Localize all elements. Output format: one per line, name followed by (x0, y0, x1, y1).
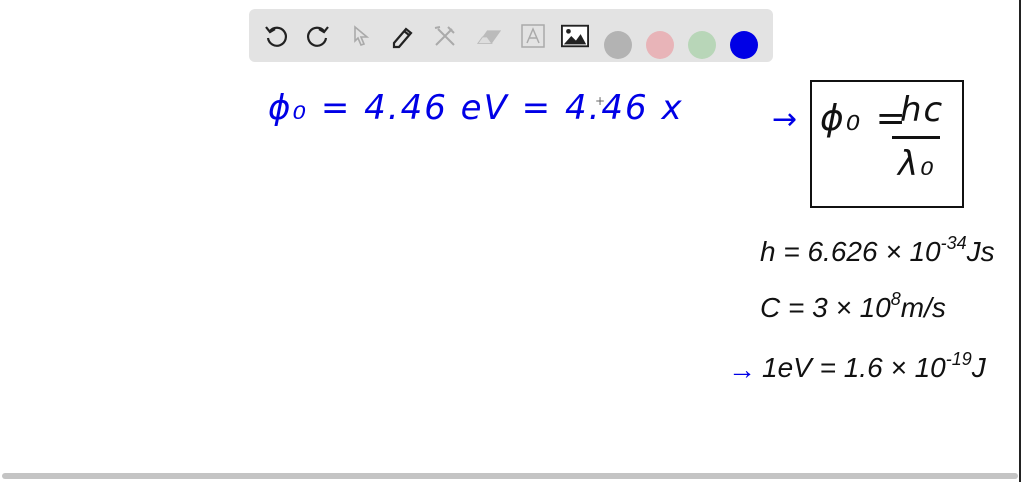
h-unit: Js (966, 236, 995, 267)
planck-constant: h = 6.626 × 10-34Js (760, 233, 995, 268)
pen-icon[interactable] (389, 22, 417, 50)
formula-denominator: λ₀ (898, 144, 936, 184)
cursor-crosshair: + (595, 94, 608, 108)
arrow-to-formula: → (772, 102, 800, 137)
ev-exponent: -19 (945, 349, 972, 369)
color-gray-swatch[interactable] (604, 31, 632, 59)
h-exponent: -34 (940, 233, 967, 253)
tools-icon[interactable] (431, 22, 459, 50)
redo-icon[interactable] (304, 22, 332, 50)
image-icon[interactable] (561, 22, 589, 50)
c-unit: m/s (900, 292, 946, 323)
color-pink-swatch[interactable] (646, 31, 674, 59)
text-icon[interactable] (519, 22, 547, 50)
work-function-equation: ϕ₀ = 4.46 eV = 4.46 x (268, 88, 684, 128)
color-blue-swatch[interactable] (730, 31, 758, 59)
arrow-to-ev: → (728, 354, 756, 385)
horizontal-scrollbar[interactable] (2, 473, 1018, 479)
ev-value: 1eV = 1.6 × 10 (762, 352, 946, 383)
fraction-bar (892, 136, 940, 139)
select-icon[interactable] (347, 22, 375, 50)
right-edge-border (1019, 0, 1021, 482)
c-value: C = 3 × 10 (760, 292, 891, 323)
formula-lhs: ϕ₀ = (820, 98, 908, 139)
color-green-swatch[interactable] (688, 31, 716, 59)
c-exponent: 8 (890, 289, 901, 309)
formula-numerator: hc (900, 90, 945, 130)
h-value: h = 6.626 × 10 (760, 236, 941, 267)
eraser-icon[interactable] (475, 22, 503, 50)
undo-icon[interactable] (262, 22, 290, 50)
drawing-toolbar (249, 9, 773, 62)
boxed-formula: ϕ₀ = hc λ₀ (810, 80, 964, 208)
speed-of-light: C = 3 × 108m/s (760, 289, 946, 324)
ev-conversion: 1eV = 1.6 × 10-19J (762, 349, 986, 384)
ev-unit: J (971, 352, 986, 383)
